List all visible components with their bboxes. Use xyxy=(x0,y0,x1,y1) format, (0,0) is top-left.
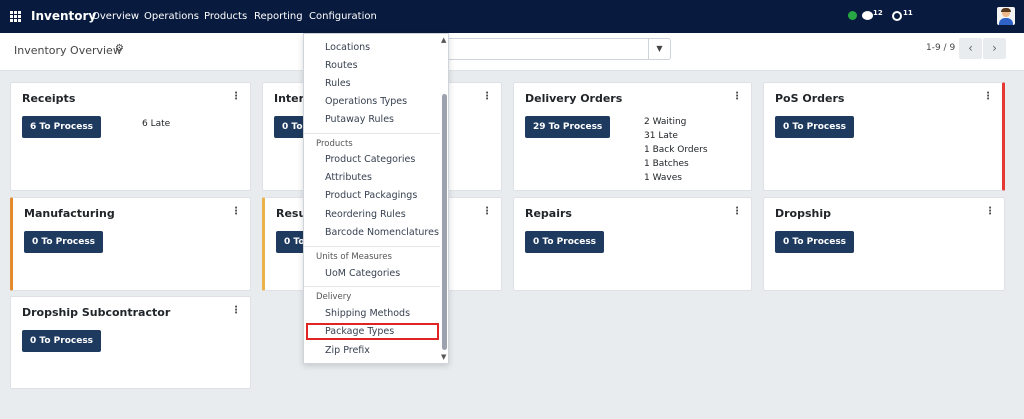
card-title[interactable]: Dropship Subcontractor xyxy=(22,306,170,319)
apps-grid-icon[interactable] xyxy=(10,11,22,22)
kebab-menu-icon[interactable]: ⋮ xyxy=(482,206,492,217)
card-pos-orders: PoS Orders ⋮ 0 To Process xyxy=(763,82,1005,191)
chevron-down-icon[interactable]: ▼ xyxy=(648,39,670,59)
to-process-button[interactable]: 0 To Process xyxy=(525,231,605,253)
menu-item-reordering-rules[interactable]: Reordering Rules xyxy=(325,209,406,220)
menu-item-barcode-nomenclatures[interactable]: Barcode Nomenclatures xyxy=(325,227,439,238)
user-avatar[interactable] xyxy=(997,7,1015,25)
kebab-menu-icon[interactable]: ⋮ xyxy=(732,91,742,102)
dropdown-divider xyxy=(304,133,440,134)
card-title[interactable]: Repairs xyxy=(525,207,572,220)
stat-late[interactable]: 6 Late xyxy=(142,119,170,129)
card-title[interactable]: PoS Orders xyxy=(775,92,844,105)
menu-item-rules[interactable]: Rules xyxy=(325,78,351,89)
activity-count: 11 xyxy=(903,9,913,17)
chat-count: 12 xyxy=(873,9,883,17)
card-dropship: Dropship ⋮ 0 To Process xyxy=(763,197,1005,291)
stat-waves[interactable]: 1 Waves xyxy=(644,173,682,183)
delivery-header: Delivery xyxy=(316,292,352,302)
kebab-menu-icon[interactable]: ⋮ xyxy=(231,91,241,102)
kebab-menu-icon[interactable]: ⋮ xyxy=(732,206,742,217)
pager-prev-button[interactable]: ‹ xyxy=(959,38,982,59)
kebab-menu-icon[interactable]: ⋮ xyxy=(985,206,995,217)
menu-item-product-categories[interactable]: Product Categories xyxy=(325,154,415,165)
to-process-button[interactable]: 0 To Process xyxy=(22,330,102,352)
menu-item-operations-types[interactable]: Operations Types xyxy=(325,96,407,107)
configuration-dropdown: ▲ ▼ Locations Routes Rules Operations Ty… xyxy=(303,33,449,364)
kebab-menu-icon[interactable]: ⋮ xyxy=(231,305,241,316)
stat-late[interactable]: 31 Late xyxy=(644,131,678,141)
menu-item-routes[interactable]: Routes xyxy=(325,60,358,71)
uom-header: Units of Measures xyxy=(316,252,392,262)
menu-item-package-types[interactable]: Package Types xyxy=(325,326,394,337)
kebab-menu-icon[interactable]: ⋮ xyxy=(482,91,492,102)
card-title[interactable]: Manufacturing xyxy=(24,207,115,220)
card-title[interactable]: Receipts xyxy=(22,92,75,105)
chat-icon[interactable]: 12 xyxy=(862,9,883,23)
card-dropship-subcontractor: Dropship Subcontractor ⋮ 0 To Process xyxy=(10,296,251,389)
menu-products[interactable]: Products xyxy=(204,11,247,22)
dropdown-scrollbar[interactable] xyxy=(442,94,447,350)
menu-operations[interactable]: Operations xyxy=(144,11,199,22)
app-brand[interactable]: Inventory xyxy=(31,9,96,23)
scroll-up-icon[interactable]: ▲ xyxy=(441,36,446,44)
dropdown-divider xyxy=(304,286,440,287)
gear-icon[interactable]: ⚙ xyxy=(115,43,124,54)
menu-reporting[interactable]: Reporting xyxy=(254,11,303,22)
search-input[interactable]: ▼ xyxy=(448,38,671,60)
page-title: Inventory Overview xyxy=(14,44,122,57)
kebab-menu-icon[interactable]: ⋮ xyxy=(983,91,993,102)
menu-item-product-packagings[interactable]: Product Packagings xyxy=(325,190,417,201)
top-navbar: Inventory Overview Operations Products R… xyxy=(0,0,1024,33)
to-process-button[interactable]: 0 To Process xyxy=(775,231,855,253)
to-process-button[interactable]: 0 To Process xyxy=(24,231,104,253)
menu-item-locations[interactable]: Locations xyxy=(325,42,370,53)
status-online-icon xyxy=(848,11,857,20)
stat-back-orders[interactable]: 1 Back Orders xyxy=(644,145,708,155)
card-receipts: Receipts ⋮ 6 To Process 6 Late xyxy=(10,82,251,191)
products-header: Products xyxy=(316,139,353,149)
scroll-down-icon[interactable]: ▼ xyxy=(441,353,446,361)
card-manufacturing: Manufacturing ⋮ 0 To Process xyxy=(10,197,251,291)
menu-item-attributes[interactable]: Attributes xyxy=(325,172,372,183)
menu-item-shipping-methods[interactable]: Shipping Methods xyxy=(325,308,410,319)
to-process-button[interactable]: 29 To Process xyxy=(525,116,611,138)
menu-item-zip-prefix[interactable]: Zip Prefix xyxy=(325,345,370,356)
pager-next-button[interactable]: › xyxy=(983,38,1006,59)
card-title[interactable]: Dropship xyxy=(775,207,831,220)
menu-item-putaway-rules[interactable]: Putaway Rules xyxy=(325,114,394,125)
to-process-button[interactable]: 0 To Process xyxy=(775,116,855,138)
menu-item-uom-categories[interactable]: UoM Categories xyxy=(325,268,400,279)
card-repairs: Repairs ⋮ 0 To Process xyxy=(513,197,752,291)
kebab-menu-icon[interactable]: ⋮ xyxy=(231,206,241,217)
menu-configuration[interactable]: Configuration xyxy=(309,11,377,22)
stat-waiting[interactable]: 2 Waiting xyxy=(644,117,686,127)
card-title[interactable]: Delivery Orders xyxy=(525,92,622,105)
to-process-button[interactable]: 6 To Process xyxy=(22,116,102,138)
control-panel: Inventory Overview ⚙ ▼ 1-9 / 9 ‹ › xyxy=(0,33,1024,71)
pager-value: 1-9 / 9 xyxy=(926,43,956,53)
dropdown-divider xyxy=(304,246,440,247)
menu-overview[interactable]: Overview xyxy=(92,11,139,22)
activity-clock-icon[interactable]: 11 xyxy=(892,9,913,23)
card-delivery-orders: Delivery Orders ⋮ 29 To Process 2 Waitin… xyxy=(513,82,752,191)
stat-batches[interactable]: 1 Batches xyxy=(644,159,689,169)
